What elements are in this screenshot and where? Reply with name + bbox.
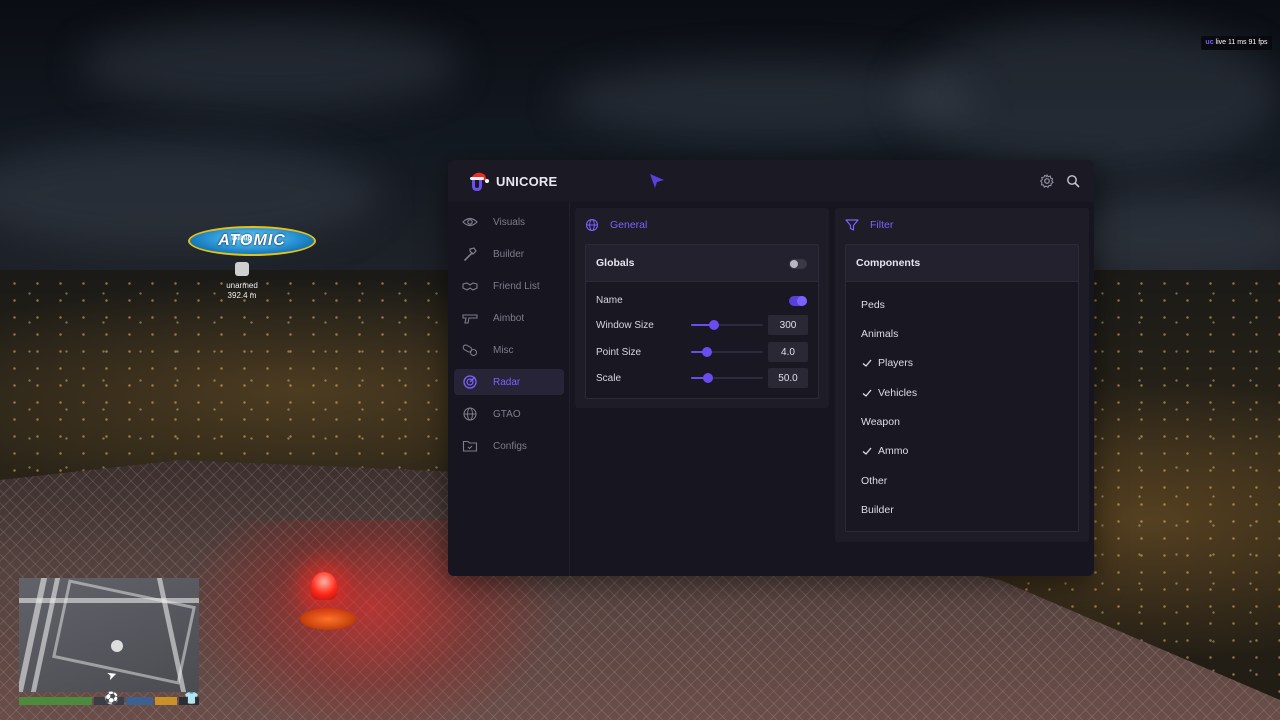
sidebar-item-misc[interactable]: Misc bbox=[454, 337, 564, 363]
filter-title-text: Filter bbox=[870, 219, 894, 231]
sidebar-item-label: Aimbot bbox=[493, 312, 525, 324]
sidebar-item-label: Radar bbox=[493, 376, 521, 388]
sidebar-item-label: GTAO bbox=[493, 408, 521, 420]
sidebar-item-radar[interactable]: Radar bbox=[454, 369, 564, 395]
hud-shirt-icon: 👕 bbox=[184, 691, 199, 705]
component-label: Builder bbox=[861, 504, 894, 516]
sidebar-item-builder[interactable]: Builder bbox=[454, 241, 564, 267]
sidebar-item-visuals[interactable]: Visuals bbox=[454, 209, 564, 235]
point-size-slider[interactable] bbox=[691, 346, 763, 358]
general-title-text: General bbox=[610, 219, 648, 231]
globals-header: Globals bbox=[586, 245, 818, 282]
component-weapon-item[interactable]: Weapon bbox=[861, 414, 900, 430]
watermark-text: live 11 ms 91 fps bbox=[1215, 39, 1268, 46]
component-ammo-item[interactable]: Ammo bbox=[861, 443, 908, 459]
checkmark-icon bbox=[862, 359, 872, 367]
esp-vehicle-label: Blimp bbox=[231, 233, 252, 242]
menu-brand-title: UNICORE bbox=[496, 174, 558, 189]
settings-gear-icon[interactable] bbox=[1039, 173, 1055, 189]
component-vehicles-item[interactable]: Vehicles bbox=[861, 385, 917, 401]
sidebar-item-label: Misc bbox=[493, 344, 514, 356]
folder-icon bbox=[462, 440, 478, 452]
sidebar-item-aimbot[interactable]: Aimbot bbox=[454, 305, 564, 331]
hud-soccer-icon: ⚽ bbox=[104, 691, 119, 705]
handshake-icon bbox=[462, 282, 478, 291]
slider-thumb[interactable] bbox=[709, 320, 719, 330]
scale-value[interactable]: 50.0 bbox=[768, 368, 808, 388]
eye-icon bbox=[462, 217, 478, 227]
filter-panel-title: Filter bbox=[845, 218, 893, 232]
search-icon[interactable] bbox=[1065, 173, 1081, 189]
components-card: Components Peds Animals Players Vehicles Wea… bbox=[845, 244, 1079, 532]
checkmark-icon bbox=[862, 389, 872, 397]
component-label: Peds bbox=[861, 299, 885, 311]
esp-distance-text: 392.4 m bbox=[227, 291, 257, 300]
checkmark-icon bbox=[862, 447, 872, 455]
component-label: Players bbox=[878, 357, 914, 369]
component-players-item[interactable]: Players bbox=[861, 355, 913, 371]
components-header: Components bbox=[846, 245, 1078, 282]
window-size-label: Window Size bbox=[596, 320, 654, 331]
sidebar-item-label: Builder bbox=[493, 248, 525, 260]
point-size-label: Point Size bbox=[596, 347, 642, 358]
watermark-stats: uc live 11 ms 91 fps bbox=[1201, 36, 1272, 50]
slider-thumb[interactable] bbox=[702, 347, 712, 357]
globals-toggle[interactable] bbox=[789, 259, 807, 269]
name-label: Name bbox=[596, 295, 623, 306]
component-label: Vehicles bbox=[878, 387, 918, 399]
menu-sidebar: Visuals Builder Friend List Aimbot Misc … bbox=[448, 202, 570, 576]
scale-slider[interactable] bbox=[691, 372, 763, 384]
scale-label: Scale bbox=[596, 373, 622, 384]
component-label: Other bbox=[861, 475, 888, 487]
sidebar-item-gtao[interactable]: GTAO bbox=[454, 401, 564, 427]
component-other-item[interactable]: Other bbox=[861, 473, 887, 489]
watermark-brand: uc bbox=[1205, 39, 1214, 46]
globe-icon bbox=[463, 407, 477, 421]
globals-label: Globals bbox=[596, 257, 635, 269]
esp-weapon-text: unarmed bbox=[226, 281, 258, 290]
pills-icon bbox=[462, 344, 478, 357]
hammer-icon bbox=[464, 247, 477, 261]
general-panel-title: General bbox=[585, 218, 647, 232]
menu-header: UNICORE bbox=[448, 160, 1094, 202]
red-beacon-light bbox=[311, 572, 337, 600]
sidebar-item-label: Friend List bbox=[493, 280, 540, 292]
fist-icon bbox=[235, 262, 249, 276]
beacon-base bbox=[300, 608, 356, 630]
minimap: ➤ bbox=[19, 578, 199, 692]
santa-hat-logo-icon bbox=[470, 172, 489, 191]
sidebar-item-label: Configs bbox=[493, 440, 527, 452]
slider-thumb[interactable] bbox=[703, 373, 713, 383]
component-animals-item[interactable]: Animals bbox=[861, 326, 898, 342]
component-label: Ammo bbox=[878, 445, 909, 457]
filter-panel: Filter Components Peds Animals Players Vehi… bbox=[835, 208, 1089, 542]
cheat-menu-window: UNICORE Visuals Builder Friend List Aimb… bbox=[448, 160, 1094, 576]
sidebar-item-friend-list[interactable]: Friend List bbox=[454, 273, 564, 299]
cursor-arrow-icon bbox=[650, 174, 664, 188]
components-label: Components bbox=[856, 257, 921, 269]
esp-player-info: unarmed 392.4 m bbox=[218, 262, 266, 301]
globals-card: Globals Name Window Size 300 Point Size … bbox=[585, 244, 819, 399]
radar-icon bbox=[463, 375, 477, 389]
component-builder-item[interactable]: Builder bbox=[861, 502, 894, 518]
sidebar-item-configs[interactable]: Configs bbox=[454, 433, 564, 459]
point-size-value[interactable]: 4.0 bbox=[768, 342, 808, 362]
component-label: Weapon bbox=[861, 416, 900, 428]
filter-icon bbox=[845, 219, 859, 231]
component-label: Animals bbox=[861, 328, 899, 340]
window-size-slider[interactable] bbox=[691, 319, 763, 331]
window-size-value[interactable]: 300 bbox=[768, 315, 808, 335]
component-peds-item[interactable]: Peds bbox=[861, 297, 885, 313]
sidebar-item-label: Visuals bbox=[493, 216, 526, 228]
gun-icon bbox=[462, 314, 478, 324]
globe-icon bbox=[585, 218, 599, 232]
name-toggle[interactable] bbox=[789, 296, 807, 306]
general-panel: General Globals Name Window Size 300 Poi… bbox=[575, 208, 829, 408]
minimap-blip-icon bbox=[111, 640, 123, 652]
